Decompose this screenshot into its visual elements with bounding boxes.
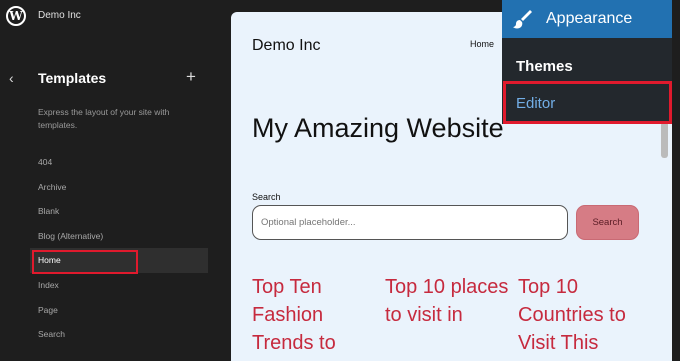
back-button[interactable]: ‹ <box>9 70 14 86</box>
panel-description: Express the layout of your site with tem… <box>38 107 170 130</box>
panel-title: Templates <box>38 70 107 86</box>
wordpress-logo-icon[interactable]: W <box>6 6 26 26</box>
canvas-nav-home-link[interactable]: Home <box>470 39 494 49</box>
appearance-menu-header[interactable]: Appearance <box>502 0 672 38</box>
add-template-button[interactable]: + <box>186 67 196 87</box>
post-title[interactable]: Top 10 Countries to Visit This <box>518 273 646 357</box>
template-item-page[interactable]: Page <box>30 298 208 323</box>
canvas-site-title[interactable]: Demo Inc <box>252 37 320 55</box>
canvas-scrollbar[interactable] <box>661 122 668 158</box>
appearance-label: Appearance <box>546 10 633 27</box>
search-button[interactable]: Search <box>576 205 639 240</box>
themes-menu-link[interactable]: Themes <box>516 58 573 75</box>
template-item-blank[interactable]: Blank <box>30 199 208 224</box>
plus-icon: + <box>186 67 196 86</box>
template-item-archive[interactable]: Archive <box>30 175 208 200</box>
template-list: 404 Archive Blank Blog (Alternative) Hom… <box>30 150 208 347</box>
post-title[interactable]: Top Ten Fashion Trends to <box>252 273 380 357</box>
template-item-404[interactable]: 404 <box>30 150 208 175</box>
template-item-index[interactable]: Index <box>30 273 208 298</box>
paintbrush-icon <box>513 10 532 29</box>
post-title[interactable]: Top 10 places to visit in <box>385 273 513 329</box>
canvas-hero-heading: My Amazing Website <box>252 113 504 143</box>
template-item-search[interactable]: Search <box>30 322 208 347</box>
template-item-blog-alternative[interactable]: Blog (Alternative) <box>30 224 208 249</box>
chevron-left-icon: ‹ <box>9 70 14 86</box>
search-input[interactable] <box>252 205 568 240</box>
search-label: Search <box>252 192 281 202</box>
home-highlight-box <box>32 250 138 274</box>
editor-highlight-box <box>503 81 672 124</box>
site-name: Demo Inc <box>38 10 81 21</box>
site-editor-sidebar: W Demo Inc ‹ Templates + Express the lay… <box>0 0 230 361</box>
